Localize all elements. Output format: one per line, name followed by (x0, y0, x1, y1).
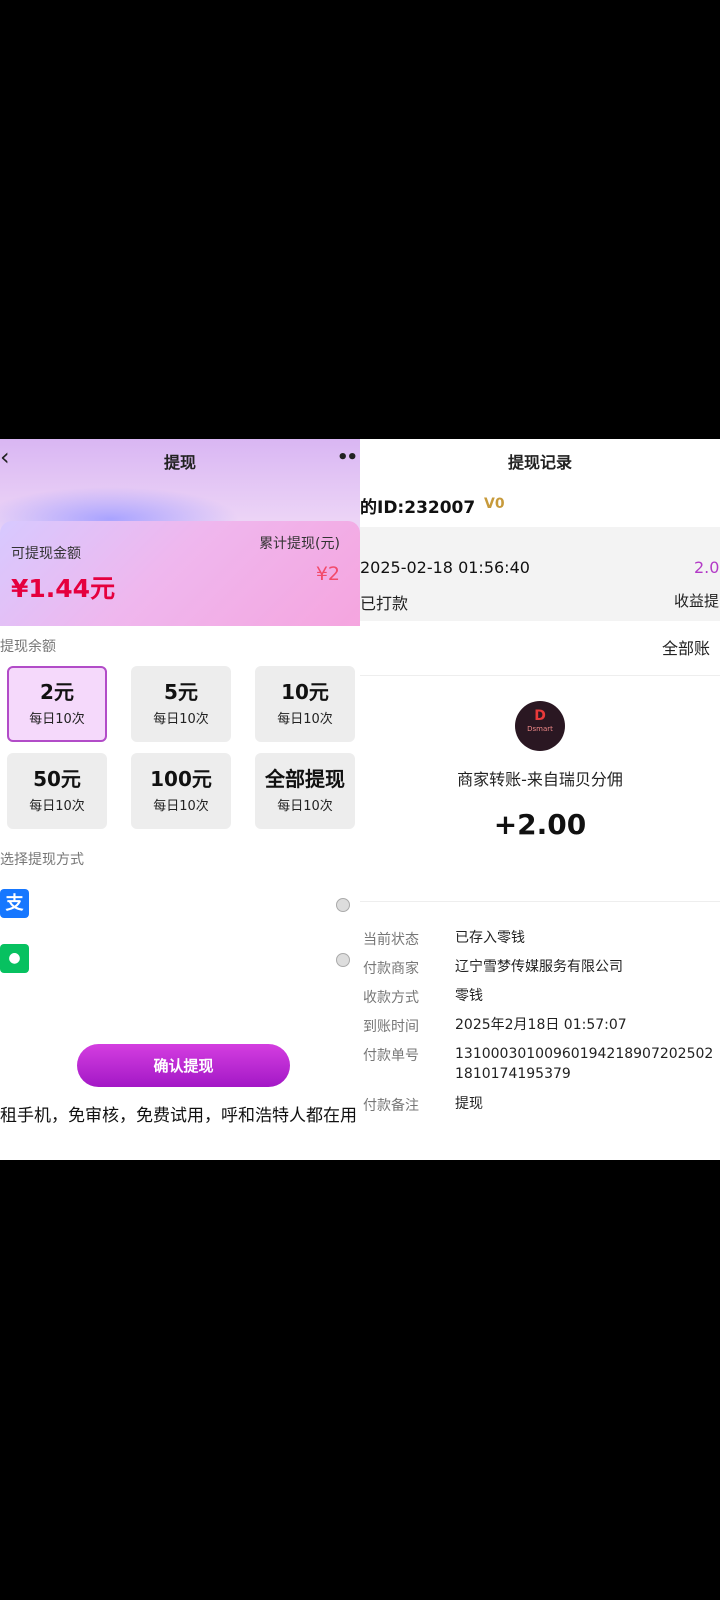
amount-section-label: 提现余额 (0, 639, 56, 655)
option-limit: 每日10次 (277, 712, 333, 727)
detail-key: 付款备注 (363, 1098, 419, 1114)
logo-text: Dsmart (527, 725, 553, 733)
cumulative-withdraw-value: ¥2 (315, 563, 340, 585)
detail-key: 付款商家 (363, 961, 419, 977)
wechat-radio[interactable] (336, 953, 350, 967)
option-amount: 50元 (33, 767, 81, 791)
option-amount: 5元 (164, 680, 198, 704)
withdraw-screen: ‹ 提现 •• 可提现金额 ¥1.44元 累计提现(元) ¥2 提现余额 2元 … (0, 439, 360, 1160)
transfer-amount: +2.00 (493, 808, 587, 841)
detail-value: 1310003010096019421890720250218101741953… (455, 1046, 714, 1082)
option-amount: 2元 (40, 680, 74, 704)
merchant-logo: D Dsmart (515, 701, 565, 751)
divider (360, 675, 720, 676)
page-title: 提现 (163, 453, 196, 472)
withdraw-record-screen: 提现记录 的ID:232007 V0 2025-02-18 01:56:40 2… (360, 439, 720, 1160)
available-amount-label: 可提现金额 (11, 546, 81, 562)
withdraw-record-item[interactable]: 2025-02-18 01:56:40 2.0 已打款 收益提 (360, 527, 720, 621)
available-amount: ¥1.44元 (11, 574, 116, 603)
detail-value: 零钱 (455, 988, 483, 1004)
confirm-withdraw-button[interactable]: 确认提现 (77, 1044, 290, 1087)
amount-option[interactable]: 100元 每日10次 (131, 753, 231, 829)
detail-key: 当前状态 (363, 932, 419, 948)
detail-key: 收款方式 (363, 990, 419, 1006)
promo-text: 租手机，免审核，免费试用，呼和浩特人都在用 (0, 1106, 357, 1126)
detail-key: 付款单号 (363, 1048, 419, 1064)
detail-key: 到账时间 (363, 1019, 419, 1035)
page-title: 提现记录 (507, 453, 572, 472)
merchant-title: 商家转账-来自瑞贝分佣 (457, 770, 623, 789)
record-time: 2025-02-18 01:56:40 (360, 558, 530, 577)
detail-value: 提现 (455, 1096, 483, 1112)
alipay-radio[interactable] (336, 898, 350, 912)
cumulative-withdraw-label: 累计提现(元) (259, 536, 340, 552)
more-icon[interactable]: •• (337, 447, 358, 468)
option-amount: 10元 (281, 680, 329, 704)
option-limit: 每日10次 (29, 799, 85, 814)
detail-value: 已存入零钱 (455, 930, 525, 946)
option-amount: 100元 (150, 767, 212, 791)
amount-option[interactable]: 5元 每日10次 (131, 666, 231, 742)
amount-option[interactable]: 2元 每日10次 (7, 666, 107, 742)
option-amount: 全部提现 (265, 767, 345, 791)
detail-value: 2025年2月18日 01:57:07 (455, 1017, 627, 1033)
balance-card: 可提现金额 ¥1.44元 累计提现(元) ¥2 (0, 521, 360, 626)
method-section-label: 选择提现方式 (0, 852, 84, 868)
wechat-icon[interactable]: ● (0, 944, 29, 973)
option-limit: 每日10次 (29, 712, 85, 727)
record-type: 收益提 (674, 592, 720, 610)
user-id: 的ID:232007 (360, 498, 476, 518)
amount-option-all[interactable]: 全部提现 每日10次 (255, 753, 355, 829)
divider (360, 901, 720, 902)
alipay-icon[interactable]: 支 (0, 889, 29, 918)
option-limit: 每日10次 (153, 712, 209, 727)
detail-value: 辽宁雪梦传媒服务有限公司 (455, 959, 623, 975)
amount-option[interactable]: 10元 每日10次 (255, 666, 355, 742)
logo-letter: D (534, 708, 546, 724)
option-limit: 每日10次 (153, 799, 209, 814)
record-amount: 2.0 (694, 558, 720, 577)
level-badge: V0 (484, 496, 505, 512)
record-status: 已打款 (360, 594, 409, 613)
option-limit: 每日10次 (277, 799, 333, 814)
all-bills-link[interactable]: 全部账 (662, 635, 710, 659)
amount-option[interactable]: 50元 每日10次 (7, 753, 107, 829)
